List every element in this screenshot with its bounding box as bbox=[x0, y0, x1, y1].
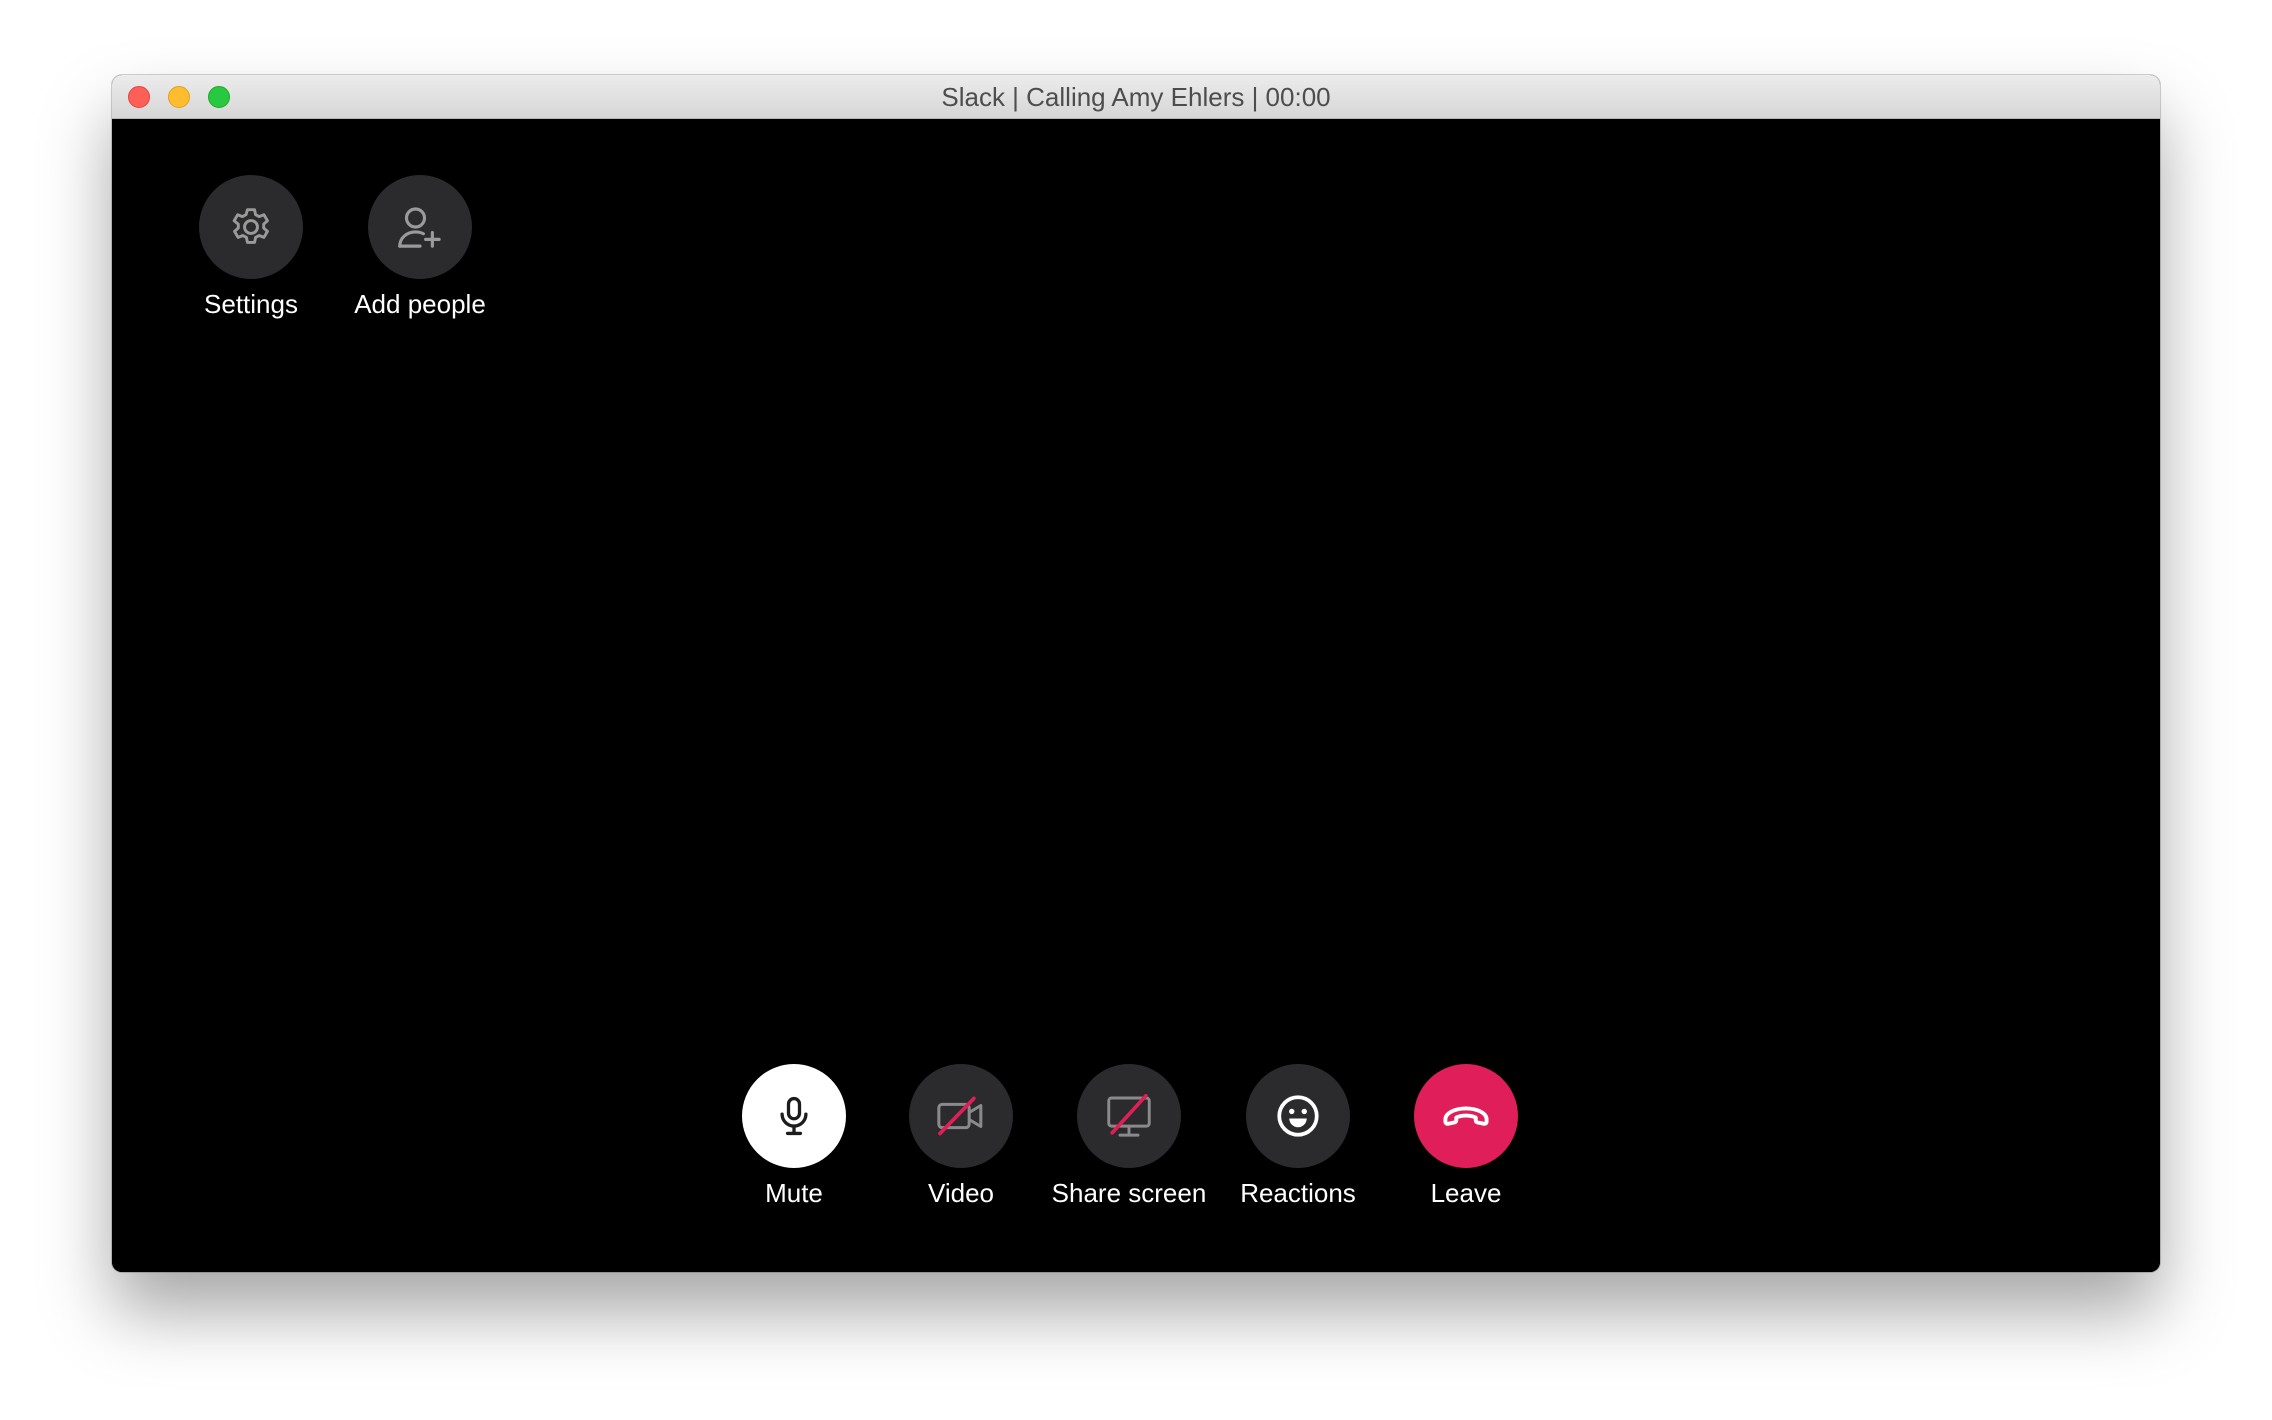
leave-label: Leave bbox=[1430, 1178, 1502, 1208]
reactions-button[interactable] bbox=[1246, 1064, 1350, 1168]
video-label: Video bbox=[927, 1178, 995, 1208]
call-window: Slack | Calling Amy Ehlers | 00:00 Setti… bbox=[112, 75, 2160, 1272]
add-person-icon bbox=[393, 200, 447, 254]
video-off-icon bbox=[933, 1088, 989, 1144]
settings-button[interactable] bbox=[199, 175, 303, 279]
video-control: Video bbox=[871, 1064, 1051, 1209]
add-people-button[interactable] bbox=[368, 175, 472, 279]
reactions-control: Reactions bbox=[1208, 1064, 1388, 1209]
hang-up-icon bbox=[1440, 1090, 1492, 1142]
smiley-icon bbox=[1273, 1091, 1323, 1141]
mute-label: Mute bbox=[765, 1178, 823, 1208]
share-screen-label: Share screen bbox=[1051, 1178, 1207, 1208]
share-screen-button[interactable] bbox=[1077, 1064, 1181, 1168]
mute-control: Mute bbox=[704, 1064, 884, 1209]
add-people-control: Add people bbox=[330, 175, 510, 320]
microphone-icon bbox=[772, 1094, 816, 1138]
settings-control: Settings bbox=[161, 175, 341, 320]
leave-control: Leave bbox=[1376, 1064, 1556, 1209]
title-bar[interactable]: Slack | Calling Amy Ehlers | 00:00 bbox=[112, 75, 2160, 119]
window-title: Slack | Calling Amy Ehlers | 00:00 bbox=[941, 82, 1331, 112]
add-people-label: Add people bbox=[354, 289, 486, 319]
call-area: Settings Add people Mute Video Share scr… bbox=[112, 119, 2160, 1272]
mute-button[interactable] bbox=[742, 1064, 846, 1168]
gear-icon bbox=[226, 202, 276, 252]
video-button[interactable] bbox=[909, 1064, 1013, 1168]
screen-share-off-icon bbox=[1102, 1089, 1156, 1143]
reactions-label: Reactions bbox=[1240, 1178, 1356, 1208]
share-screen-control: Share screen bbox=[1039, 1064, 1219, 1209]
leave-button[interactable] bbox=[1414, 1064, 1518, 1168]
settings-label: Settings bbox=[204, 289, 298, 319]
